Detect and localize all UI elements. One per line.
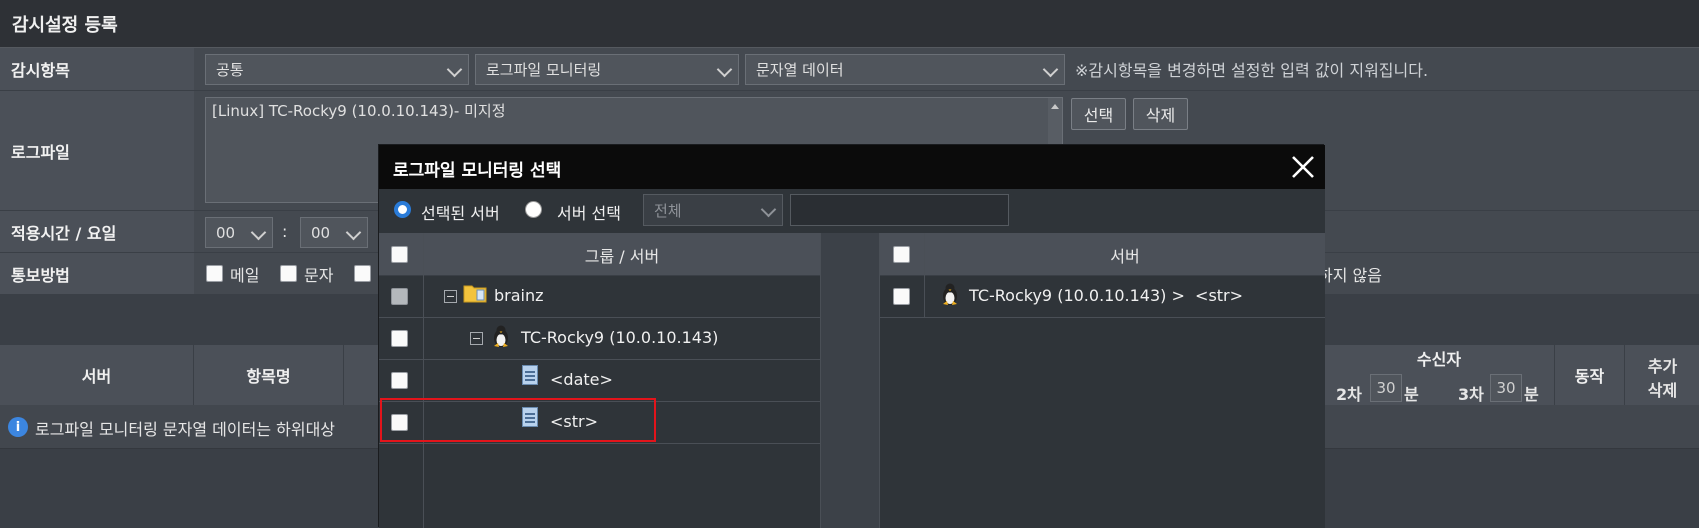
notify-other-checkbox[interactable] — [354, 265, 371, 282]
grid-header-action: 동작 — [1554, 345, 1624, 405]
notify-sms-checkbox[interactable] — [280, 265, 297, 282]
chevron-down-icon — [760, 201, 777, 218]
selected-header-server: 서버 — [1110, 246, 1140, 266]
selected-row-label: TC-Rocky9 (10.0.10.143) > <str> — [969, 286, 1244, 305]
radio-selected-server-label: 선택된 서버 — [421, 204, 500, 223]
time-colon: : — [282, 222, 288, 241]
chevron-down-icon — [1042, 61, 1059, 77]
tree-select-all-checkbox[interactable] — [391, 246, 408, 263]
modal-title: 로그파일 모니터링 선택 — [393, 161, 562, 181]
chevron-down-icon — [716, 61, 733, 77]
highlight-box — [380, 398, 656, 442]
collapse-icon[interactable] — [444, 290, 457, 303]
grid-header-item: 항목명 — [194, 345, 344, 405]
item-select-string-value: 문자열 데이터 — [756, 61, 844, 79]
server-filter-select-value: 전체 — [654, 201, 682, 220]
notify-mail-label: 메일 — [230, 266, 260, 285]
collapse-icon[interactable] — [470, 332, 483, 345]
minute-select[interactable]: 00 — [300, 217, 368, 248]
tree-row-label: brainz — [494, 286, 544, 305]
tree-row-label: TC-Rocky9 (10.0.10.143) — [521, 328, 719, 347]
item-change-note: ※감시항목을 변경하면 설정한 입력 값이 지워집니다. — [1075, 61, 1429, 80]
radio-selected-server[interactable] — [394, 201, 411, 218]
chevron-down-icon — [446, 61, 463, 77]
notify-mail-checkbox[interactable] — [206, 265, 223, 282]
logfile-value: [Linux] TC-Rocky9 (10.0.10.143)- 미지정 — [212, 102, 506, 120]
hour-select-value: 00 — [216, 223, 236, 242]
second-minutes-input[interactable]: 30 — [1370, 374, 1402, 402]
grid-info-text: 로그파일 모니터링 문자열 데이터는 하위대상 — [35, 420, 336, 439]
linux-icon — [491, 324, 511, 348]
grid-header-add: 추가 — [1647, 357, 1678, 376]
chevron-down-icon — [250, 224, 267, 240]
linux-icon — [940, 282, 960, 306]
radio-choose-server[interactable] — [525, 201, 542, 218]
tree-row-checkbox[interactable] — [391, 288, 408, 305]
second-unit: 분 — [1404, 385, 1419, 404]
folder-icon — [463, 283, 487, 303]
panel-gutter — [820, 233, 880, 528]
notify-label: 통보방법 — [0, 253, 194, 295]
logfile-delete-button[interactable]: 삭제 — [1133, 98, 1188, 130]
third-label: 3차 — [1458, 385, 1484, 404]
info-icon: i — [8, 417, 28, 437]
server-filter-select[interactable]: 전체 — [643, 194, 783, 226]
logfile-select-button[interactable]: 선택 — [1071, 98, 1126, 130]
time-label: 적용시간 / 요일 — [0, 211, 194, 253]
selected-row-checkbox[interactable] — [893, 288, 910, 305]
grid-header-receiver: 수신자 — [1324, 345, 1554, 371]
window-titlebar: 감시설정 등록 — [0, 0, 1699, 48]
tree-row-checkbox[interactable] — [391, 372, 408, 389]
hour-select[interactable]: 00 — [205, 217, 273, 248]
radio-choose-server-label: 서버 선택 — [557, 204, 621, 223]
chevron-down-icon — [345, 224, 362, 240]
second-label: 2차 — [1336, 385, 1362, 404]
item-select-logfile-value: 로그파일 모니터링 — [486, 61, 602, 79]
scroll-up-icon[interactable] — [1051, 104, 1059, 109]
tree-row-label: <date> — [550, 370, 613, 389]
logfile-label: 로그파일 — [0, 91, 194, 211]
minute-select-value: 00 — [311, 223, 331, 242]
item-label: 감시항목 — [0, 48, 194, 91]
window-title: 감시설정 등록 — [12, 15, 118, 36]
file-icon — [522, 365, 538, 385]
item-select-string[interactable]: 문자열 데이터 — [745, 54, 1065, 85]
grid-header-add-delete: 추가 삭제 — [1624, 345, 1699, 405]
third-minutes-input[interactable]: 30 — [1490, 374, 1522, 402]
modal-titlebar: 로그파일 모니터링 선택 — [379, 145, 1325, 189]
item-select-common[interactable]: 공통 — [205, 54, 469, 85]
grid-header-server: 서버 — [0, 345, 194, 405]
third-unit: 분 — [1524, 385, 1539, 404]
close-icon[interactable] — [1291, 155, 1315, 179]
selected-select-all-checkbox[interactable] — [893, 246, 910, 263]
item-select-logfile[interactable]: 로그파일 모니터링 — [475, 54, 739, 85]
grid-header-delete: 삭제 — [1647, 381, 1678, 400]
logfile-select-modal: 로그파일 모니터링 선택 선택된 서버 서버 선택 전체 그룹 / 서버 bra… — [378, 144, 1325, 528]
notify-none-label: 하지 않음 — [1318, 266, 1382, 285]
tree-row-checkbox[interactable] — [391, 330, 408, 347]
notify-sms-label: 문자 — [304, 266, 334, 285]
server-search-input[interactable] — [790, 194, 1009, 226]
item-select-common-value: 공통 — [216, 61, 244, 79]
tree-header-group-server: 그룹 / 서버 — [584, 246, 660, 266]
